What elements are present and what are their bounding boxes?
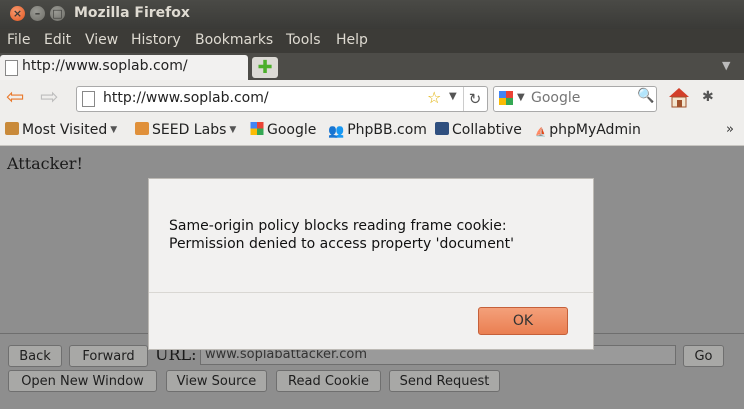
read-cookie-button[interactable]: Read Cookie bbox=[276, 370, 381, 392]
alert-message: Same-origin policy blocks reading frame … bbox=[169, 217, 514, 253]
search-engine-dropdown-icon[interactable]: ▼ bbox=[517, 92, 525, 103]
reload-icon[interactable]: ↻ bbox=[463, 87, 486, 111]
bookmark-phpmyadmin[interactable]: ⛵ phpMyAdmin bbox=[535, 122, 641, 141]
page-icon bbox=[5, 60, 18, 76]
alert-message-line-2: Permission denied to access property 'do… bbox=[169, 236, 515, 252]
home-icon[interactable] bbox=[667, 85, 691, 109]
history-dropdown-icon[interactable]: ▼ bbox=[449, 91, 457, 102]
menu-help[interactable]: Help bbox=[336, 32, 368, 48]
bookmark-star-icon[interactable]: ☆ bbox=[427, 88, 441, 107]
menu-view[interactable]: View bbox=[85, 32, 118, 48]
new-tab-plus-icon[interactable]: ✚ bbox=[252, 57, 278, 78]
forward-arrow-icon[interactable]: ⇨ bbox=[40, 87, 58, 109]
forward-button[interactable]: Forward bbox=[69, 345, 148, 367]
phpbb-people-icon: 👥 bbox=[328, 124, 345, 139]
back-arrow-icon[interactable]: ⇦ bbox=[6, 87, 24, 109]
site-identity-icon[interactable] bbox=[82, 91, 95, 107]
open-new-window-button[interactable]: Open New Window bbox=[8, 370, 157, 392]
tab-soplab[interactable]: http://www.soplab.com/ bbox=[0, 55, 248, 80]
bookmarks-toolbar: Most Visited ▼ SEED Labs ▼ Google 👥 PhpBB.c… bbox=[0, 117, 744, 146]
maximize-window-icon[interactable]: □ bbox=[50, 6, 65, 21]
menu-edit[interactable]: Edit bbox=[44, 32, 71, 48]
chevron-down-icon: ▼ bbox=[110, 125, 118, 135]
send-request-button[interactable]: Send Request bbox=[389, 370, 500, 392]
bookmark-seed-labs[interactable]: SEED Labs ▼ bbox=[135, 122, 236, 138]
ok-button[interactable]: OK bbox=[478, 307, 568, 335]
url-bar[interactable]: ☆ ▼ ↻ bbox=[76, 86, 488, 112]
collabtive-icon bbox=[435, 122, 449, 135]
extension-bug-icon[interactable]: ✱ bbox=[702, 89, 714, 105]
google-icon bbox=[250, 122, 264, 135]
minimize-window-icon[interactable]: – bbox=[30, 6, 45, 21]
page-heading: Attacker! bbox=[7, 154, 83, 173]
folder-icon bbox=[135, 122, 149, 135]
menu-tools[interactable]: Tools bbox=[286, 32, 321, 48]
navigation-toolbar: ⇦ ⇨ ☆ ▼ ↻ ▼ 🔍 ✱ bbox=[0, 80, 744, 117]
bookmark-google[interactable]: Google bbox=[250, 122, 316, 138]
alert-message-line-1: Same-origin policy blocks reading frame … bbox=[169, 218, 507, 234]
chevron-down-icon: ▼ bbox=[229, 125, 237, 135]
tab-strip: http://www.soplab.com/ ✚ ▼ bbox=[0, 53, 744, 80]
menu-file[interactable]: File bbox=[7, 32, 30, 48]
google-engine-icon[interactable] bbox=[499, 91, 513, 105]
search-icon[interactable]: 🔍 bbox=[637, 88, 654, 104]
more-bookmarks-chevron-icon[interactable]: » bbox=[726, 122, 734, 137]
phpmyadmin-icon: ⛵ bbox=[535, 128, 547, 138]
search-input[interactable] bbox=[531, 88, 631, 108]
close-window-icon[interactable]: × bbox=[10, 6, 25, 21]
search-bar[interactable]: ▼ 🔍 bbox=[493, 86, 657, 112]
menu-bar: File Edit View History Bookmarks Tools H… bbox=[0, 29, 744, 53]
tab-label: http://www.soplab.com/ bbox=[22, 58, 188, 74]
dialog-divider bbox=[149, 292, 593, 293]
tab-list-chevron-icon[interactable]: ▼ bbox=[722, 59, 730, 72]
url-input[interactable] bbox=[103, 88, 423, 108]
bookmark-collabtive[interactable]: Collabtive bbox=[435, 122, 522, 138]
window-titlebar: × – □ Mozilla Firefox bbox=[0, 0, 744, 29]
bookmark-most-visited[interactable]: Most Visited ▼ bbox=[5, 122, 117, 138]
window-title: Mozilla Firefox bbox=[74, 5, 190, 21]
alert-dialog: Same-origin policy blocks reading frame … bbox=[148, 178, 594, 350]
go-button[interactable]: Go bbox=[683, 345, 724, 367]
back-button[interactable]: Back bbox=[8, 345, 62, 367]
bookmark-phpbb[interactable]: 👥 PhpBB.com bbox=[328, 122, 427, 139]
folder-icon bbox=[5, 122, 19, 135]
view-source-button[interactable]: View Source bbox=[166, 370, 267, 392]
menu-bookmarks[interactable]: Bookmarks bbox=[195, 32, 273, 48]
menu-history[interactable]: History bbox=[131, 32, 181, 48]
